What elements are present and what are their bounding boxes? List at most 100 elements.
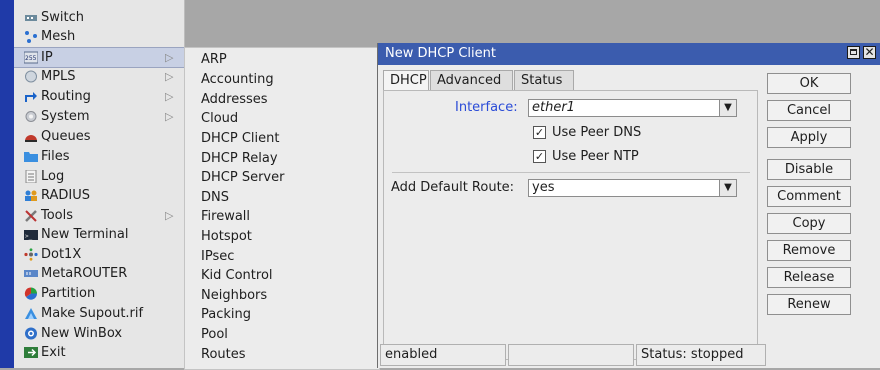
menu-label: Log: [41, 169, 65, 184]
submenu-item-kid-control[interactable]: Kid Control: [185, 266, 379, 286]
menu-item-mpls[interactable]: MPLS ▷: [14, 67, 184, 86]
log-icon: [25, 170, 37, 183]
menu-label: Exit: [41, 345, 66, 360]
submenu-item-neighbors[interactable]: Neighbors: [185, 286, 379, 306]
menu-label: Partition: [41, 286, 96, 301]
remove-button[interactable]: Remove: [767, 240, 851, 261]
submenu-arrow-icon: ▷: [165, 51, 174, 64]
menu-item-dot1x[interactable]: Dot1X: [14, 245, 184, 264]
checkmark-icon[interactable]: ✓: [533, 150, 546, 163]
tab-dhcp[interactable]: DHCP: [383, 70, 429, 91]
submenu-item-dns[interactable]: DNS: [185, 188, 379, 208]
submenu-item-accounting[interactable]: Accounting: [185, 70, 379, 90]
menu-item-new-terminal[interactable]: >_ New Terminal: [14, 225, 184, 244]
menu-label: Routing: [41, 89, 91, 104]
submenu-item-pool[interactable]: Pool: [185, 325, 379, 345]
routing-icon: [25, 92, 37, 102]
use-peer-dns-checkbox[interactable]: ✓ Use Peer DNS: [533, 125, 713, 141]
cancel-button[interactable]: Cancel: [767, 100, 851, 121]
submenu-item-cloud[interactable]: Cloud: [185, 109, 379, 129]
menu-item-system[interactable]: System ▷: [14, 107, 184, 126]
submenu-label: Neighbors: [201, 288, 268, 303]
submenu-label: Pool: [201, 327, 228, 342]
dropdown-arrow-icon[interactable]: ▼: [719, 100, 736, 116]
submenu-label: Accounting: [201, 72, 274, 87]
terminal-icon: >_: [24, 230, 38, 240]
switch-icon: [25, 15, 37, 21]
copy-button[interactable]: Copy: [767, 213, 851, 234]
submenu-label: Kid Control: [201, 268, 273, 283]
submenu-item-dhcp-server[interactable]: DHCP Server: [185, 168, 379, 188]
menu-item-new-winbox[interactable]: New WinBox: [14, 324, 184, 343]
menu-item-files[interactable]: Files: [14, 147, 184, 166]
menu-label: Queues: [41, 129, 91, 144]
ip-submenu: ARP Accounting Addresses Cloud DHCP Clie…: [184, 47, 380, 370]
dot1x-icon: [24, 248, 38, 261]
submenu-item-ipsec[interactable]: IPsec: [185, 247, 379, 267]
mesh-icon: [25, 31, 37, 43]
ok-button[interactable]: OK: [767, 73, 851, 94]
tab-label: Status: [521, 73, 563, 88]
queues-icon: [25, 135, 37, 142]
menu-label: New Terminal: [41, 227, 129, 242]
submenu-item-packing[interactable]: Packing: [185, 305, 379, 325]
tab-status[interactable]: Status: [514, 70, 574, 90]
tab-label: Advanced: [437, 73, 502, 88]
add-default-route-value: yes: [532, 180, 555, 195]
status-running: Status: stopped: [636, 344, 766, 366]
menu-item-mesh[interactable]: Mesh: [14, 27, 184, 46]
menu-label: Mesh: [41, 29, 76, 44]
window-titlebar[interactable]: New DHCP Client ✕: [378, 43, 880, 65]
menu-item-switch[interactable]: Switch: [14, 8, 184, 27]
menu-item-partition[interactable]: Partition: [14, 284, 184, 303]
interface-select[interactable]: ether1 ▼: [528, 99, 737, 117]
renew-button[interactable]: Renew: [767, 294, 851, 315]
menu-item-metarouter[interactable]: MetaROUTER: [14, 264, 184, 283]
checkmark-icon[interactable]: ✓: [533, 126, 546, 139]
submenu-item-routes[interactable]: Routes: [185, 345, 379, 365]
submenu-item-hotspot[interactable]: Hotspot: [185, 227, 379, 247]
apply-button[interactable]: Apply: [767, 127, 851, 148]
submenu-label: ARP: [201, 52, 227, 67]
menu-label: Files: [41, 149, 70, 164]
menu-label: Tools: [41, 208, 74, 223]
submenu-label: DHCP Server: [201, 170, 285, 185]
disable-button[interactable]: Disable: [767, 159, 851, 180]
menu-item-make-supout[interactable]: Make Supout.rif: [14, 304, 184, 323]
submenu-item-firewall[interactable]: Firewall: [185, 207, 379, 227]
tab-advanced[interactable]: Advanced: [430, 70, 513, 90]
menu-item-tools[interactable]: Tools ▷: [14, 206, 184, 225]
add-default-route-select[interactable]: yes ▼: [528, 179, 737, 197]
maximize-icon[interactable]: [847, 46, 860, 59]
interface-label: Interface:: [455, 100, 518, 115]
ip-icon: 255: [24, 51, 38, 64]
use-peer-ntp-checkbox[interactable]: ✓ Use Peer NTP: [533, 149, 713, 165]
menu-item-ip[interactable]: 255 IP ▷: [14, 47, 184, 68]
menu-item-log[interactable]: Log: [14, 167, 184, 186]
close-icon[interactable]: ✕: [863, 46, 876, 59]
comment-button[interactable]: Comment: [767, 186, 851, 207]
menu-label: System: [41, 109, 90, 124]
submenu-arrow-icon: ▷: [165, 70, 174, 83]
menu-label: RADIUS: [41, 188, 91, 203]
menu-item-queues[interactable]: Queues: [14, 127, 184, 146]
submenu-label: DHCP Relay: [201, 151, 278, 166]
menu-item-routing[interactable]: Routing ▷: [14, 87, 184, 106]
submenu-label: Addresses: [201, 92, 268, 107]
tab-label: DHCP: [390, 73, 427, 88]
submenu-label: IPsec: [201, 249, 235, 264]
submenu-item-arp[interactable]: ARP: [185, 50, 379, 70]
menu-item-radius[interactable]: RADIUS: [14, 186, 184, 205]
submenu-item-dhcp-client[interactable]: DHCP Client: [185, 129, 379, 149]
winbox-icon: [25, 327, 37, 340]
menu-item-exit[interactable]: Exit: [14, 343, 184, 362]
exit-icon: [24, 347, 38, 358]
submenu-item-addresses[interactable]: Addresses: [185, 90, 379, 110]
system-icon: [25, 111, 37, 122]
submenu-item-dhcp-relay[interactable]: DHCP Relay: [185, 149, 379, 169]
files-icon: [24, 152, 38, 162]
submenu-label: DNS: [201, 190, 229, 205]
dropdown-arrow-icon[interactable]: ▼: [719, 180, 736, 196]
submenu-arrow-icon: ▷: [165, 209, 174, 222]
release-button[interactable]: Release: [767, 267, 851, 288]
